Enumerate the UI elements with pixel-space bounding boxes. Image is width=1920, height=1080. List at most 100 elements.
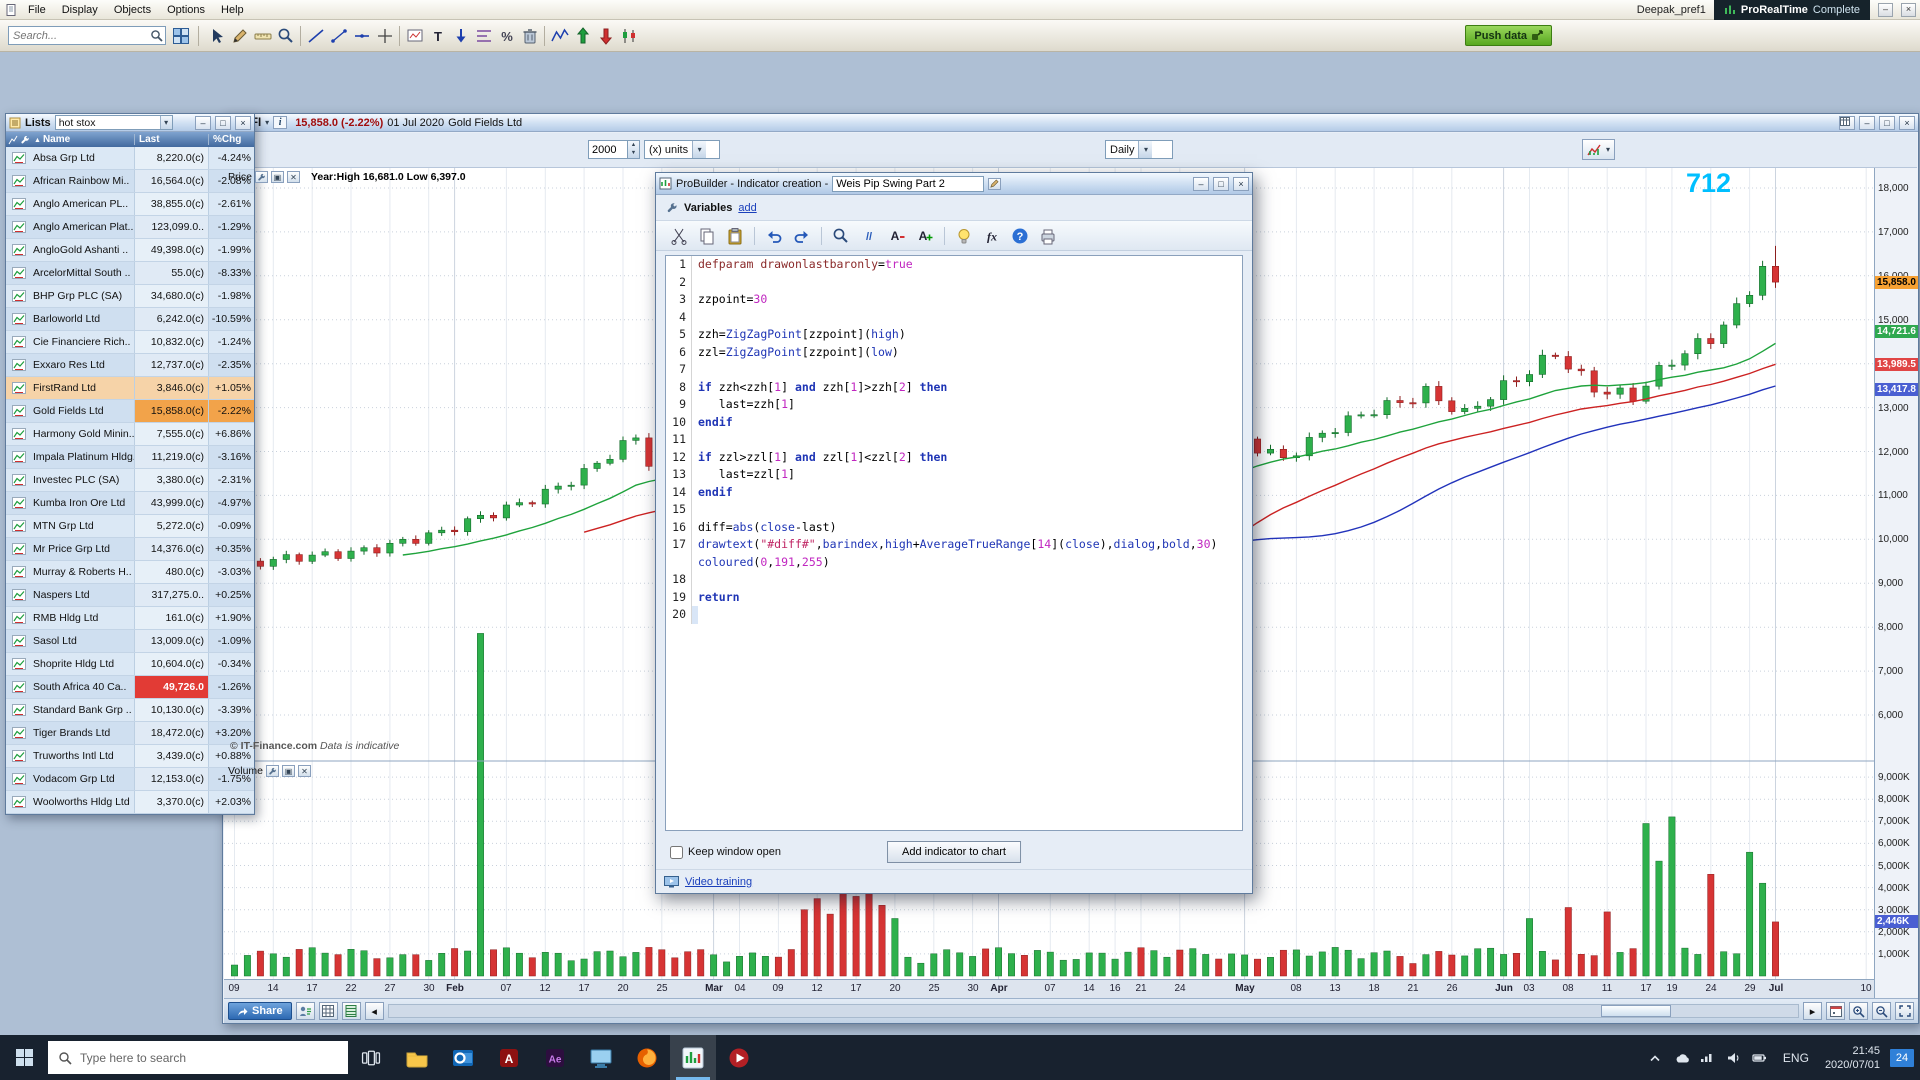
code-line[interactable]: 20 (666, 606, 1242, 624)
row-chart-icon[interactable] (6, 676, 32, 698)
go-to-date-icon[interactable] (1826, 1002, 1845, 1020)
probuilder-titlebar[interactable]: ProBuilder - Indicator creation - – □ × (656, 173, 1252, 195)
volume-pane-popout-icon[interactable]: ▣ (282, 765, 295, 777)
list-item[interactable]: Harmony Gold Minin..7,555.0(c)+6.86% (6, 423, 254, 446)
video-training-link[interactable]: Video training (685, 876, 752, 888)
code-line[interactable]: 2 (666, 274, 1242, 292)
search-icon[interactable] (828, 224, 854, 248)
row-chart-icon[interactable] (6, 630, 32, 652)
volume-pane-settings-icon[interactable] (266, 765, 279, 777)
price-pane-settings-icon[interactable] (255, 171, 268, 183)
taskbar-app-file-explorer[interactable] (394, 1035, 440, 1080)
lists-titlebar[interactable]: Lists hot stox▾ – □ × (6, 114, 254, 132)
clock[interactable]: 21:45 2020/07/01 (1817, 1044, 1888, 1072)
grid-view-icon[interactable] (319, 1002, 338, 1020)
price-pane-popout-icon[interactable]: ▣ (271, 171, 284, 183)
dialog-close-button[interactable]: × (1233, 177, 1249, 191)
code-line[interactable]: 5zzh=ZigZagPoint[zzpoint](high) (666, 326, 1242, 344)
row-chart-icon[interactable] (6, 170, 32, 192)
list-item[interactable]: Anglo American PL..38,855.0(c)-2.61% (6, 193, 254, 216)
task-view-button[interactable] (348, 1035, 394, 1080)
undo-icon[interactable] (761, 224, 787, 248)
rename-indicator-icon[interactable] (988, 178, 1001, 190)
price-axis[interactable]: 18,00017,00016,00015,00014,00013,00012,0… (1874, 168, 1918, 998)
row-chart-icon[interactable] (6, 653, 32, 675)
row-chart-icon[interactable] (6, 561, 32, 583)
row-chart-icon[interactable] (6, 354, 32, 376)
list-item[interactable]: Cie Financiere Rich..10,832.0(c)-1.24% (6, 331, 254, 354)
list-item[interactable]: Vodacom Grp Ltd12,153.0(c)-1.75% (6, 768, 254, 791)
timeframe-select[interactable]: Daily▾ (1105, 140, 1173, 159)
time-scrollbar[interactable] (388, 1004, 1799, 1018)
redo-icon[interactable] (789, 224, 815, 248)
row-chart-icon[interactable] (6, 239, 32, 261)
list-item[interactable]: AngloGold Ashanti ..49,398.0(c)-1.99% (6, 239, 254, 262)
taskbar-app-acrobat[interactable]: A (486, 1035, 532, 1080)
functions-icon[interactable]: fx (979, 224, 1005, 248)
code-line[interactable]: 14endif (666, 484, 1242, 502)
row-chart-icon[interactable] (6, 745, 32, 767)
taskbar-app-firefox[interactable] (624, 1035, 670, 1080)
language-indicator[interactable]: ENG (1775, 1051, 1817, 1065)
note-tool-icon[interactable] (403, 24, 426, 47)
search-input[interactable] (13, 30, 150, 42)
row-chart-icon[interactable] (6, 262, 32, 284)
workspace-close-button[interactable]: × (1901, 3, 1916, 17)
dialog-minimize-button[interactable]: – (1193, 177, 1209, 191)
menu-options[interactable]: Options (159, 2, 213, 18)
scrollbar-thumb[interactable] (1601, 1005, 1671, 1017)
export-sheet-icon[interactable] (342, 1002, 361, 1020)
list-item[interactable]: Kumba Iron Ore Ltd43,999.0(c)-4.97% (6, 492, 254, 515)
horizontal-line-tool-icon[interactable] (350, 24, 373, 47)
list-item[interactable]: Barloworld Ltd6,242.0(c)-10.59% (6, 308, 254, 331)
list-item[interactable]: Sasol Ltd13,009.0(c)-1.09% (6, 630, 254, 653)
row-chart-icon[interactable] (6, 193, 32, 215)
list-item[interactable]: Investec PLC (SA)3,380.0(c)-2.31% (6, 469, 254, 492)
search-icon[interactable] (150, 29, 163, 42)
trash-tool-icon[interactable] (518, 24, 541, 47)
tray-network-icon[interactable] (1699, 1050, 1715, 1066)
workspace-minimize-button[interactable]: – (1878, 3, 1893, 17)
row-chart-icon[interactable] (6, 400, 32, 422)
dialog-maximize-button[interactable]: □ (1213, 177, 1229, 191)
crosshair-tool-icon[interactable] (373, 24, 396, 47)
list-item[interactable]: Anglo American Plat..123,099.0..-1.29% (6, 216, 254, 239)
code-line[interactable]: 12if zzl>zzl[1] and zzl[1]<zzl[2] then (666, 449, 1242, 467)
price-pane-close-icon[interactable]: ✕ (287, 171, 300, 183)
chart-titlebar[interactable]: GFI ▾ i 15,858.0 (-2.22%) 01 Jul 2020 Go… (223, 114, 1918, 132)
menu-display[interactable]: Display (54, 2, 106, 18)
units-stepper[interactable]: ▲▼ (628, 140, 640, 159)
column-header-chg[interactable]: %Chg (208, 134, 254, 145)
scroll-left-button[interactable]: ◂ (365, 1002, 384, 1020)
minimize-button[interactable]: – (1859, 116, 1875, 130)
list-item[interactable]: Exxaro Res Ltd12,737.0(c)-2.35% (6, 354, 254, 377)
list-item[interactable]: BHP Grp PLC (SA)34,680.0(c)-1.98% (6, 285, 254, 308)
list-item[interactable]: MTN Grp Ltd5,272.0(c)-0.09% (6, 515, 254, 538)
zigzag-tool-icon[interactable] (548, 24, 571, 47)
list-item[interactable]: Mr Price Grp Ltd14,376.0(c)+0.35% (6, 538, 254, 561)
symbol-dropdown-icon[interactable]: ▾ (265, 118, 269, 127)
row-chart-icon[interactable] (6, 377, 32, 399)
row-chart-icon[interactable] (6, 446, 32, 468)
list-item[interactable]: African Rainbow Mi..16,564.0(c)-2.08% (6, 170, 254, 193)
row-chart-icon[interactable] (6, 285, 32, 307)
menu-objects[interactable]: Objects (106, 2, 159, 18)
taskbar-app-monitor-app[interactable] (578, 1035, 624, 1080)
row-chart-icon[interactable] (6, 768, 32, 790)
chat-users-icon[interactable] (296, 1002, 315, 1020)
maximize-button[interactable]: □ (1879, 116, 1895, 130)
push-data-button[interactable]: Push data (1465, 25, 1552, 46)
code-line[interactable]: 6zzl=ZigZagPoint[zzpoint](low) (666, 344, 1242, 362)
volume-pane-close-icon[interactable]: ✕ (298, 765, 311, 777)
ideas-icon[interactable] (951, 224, 977, 248)
code-line[interactable]: 18 (666, 571, 1242, 589)
profile-name[interactable]: Deepak_pref1 (1637, 4, 1706, 16)
indicator-name-input[interactable] (832, 176, 984, 192)
code-line[interactable]: 19return (666, 589, 1242, 607)
code-line[interactable]: 15 (666, 501, 1242, 519)
row-chart-icon[interactable] (6, 515, 32, 537)
units-count-input[interactable] (588, 140, 628, 159)
code-line[interactable]: coloured(0,191,255) (666, 554, 1242, 572)
tray-onedrive-icon[interactable] (1673, 1050, 1689, 1066)
list-item[interactable]: Truworths Intl Ltd3,439.0(c)+0.88% (6, 745, 254, 768)
